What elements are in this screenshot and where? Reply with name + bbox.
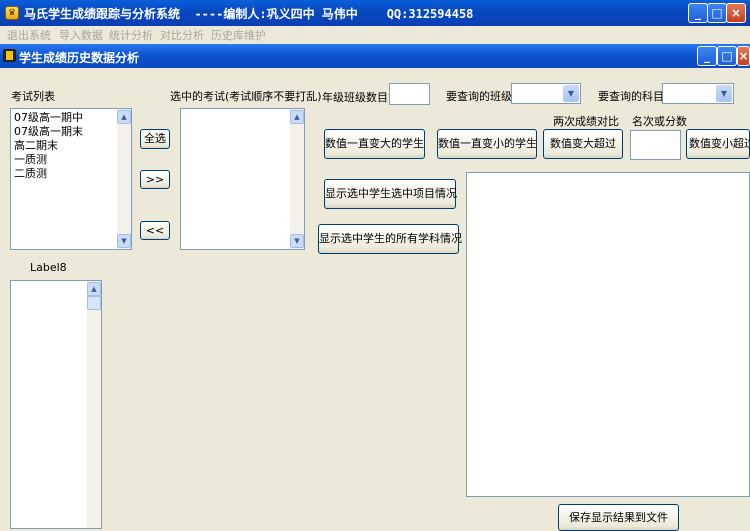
scroll-down-icon[interactable]: ▼ (290, 234, 304, 248)
down-exceed-button[interactable]: 数值变小超过 (686, 129, 750, 159)
menu-history[interactable]: 历史库维护 (211, 27, 266, 43)
result-display[interactable] (466, 172, 750, 497)
exam-list-item[interactable]: 07级高一期中 (11, 111, 131, 125)
child-close-button[interactable]: × (737, 46, 750, 66)
scroll-thumb[interactable] (87, 296, 101, 310)
exam-list-item[interactable]: 07级高一期末 (11, 125, 131, 139)
window-icon (3, 49, 16, 62)
show-all-subjects-button[interactable]: 显示选中学生的所有学科情况 (318, 224, 462, 254)
chevron-down-icon[interactable]: ▼ (563, 85, 579, 102)
always-down-button[interactable]: 数值一直变小的学生 (437, 129, 537, 159)
scroll-up-icon[interactable]: ▲ (117, 110, 131, 124)
menu-statistics[interactable]: 统计分析 (109, 27, 153, 43)
exam-list[interactable]: 07级高一期中 07级高一期末 高二期末 一质测 二质测 ▲ ▼ (10, 108, 132, 250)
always-up-button[interactable]: 数值一直变大的学生 (324, 129, 425, 159)
student-list[interactable]: ▲ (10, 280, 102, 529)
rank-or-score-label: 名次或分数 (632, 115, 687, 128)
up-exceed-button[interactable]: 数值变大超过 (543, 129, 623, 159)
rank-or-score-input[interactable] (630, 130, 681, 160)
close-button[interactable]: × (726, 3, 746, 23)
selected-exams-label: 选中的考试(考试顺序不要打乱) (170, 90, 322, 103)
exam-list-item[interactable]: 二质测 (11, 167, 131, 181)
app-title-bar: ♛ 马氏学生成绩跟踪与分析系统 ----编制人:巩义四中 马伟中 QQ:3125… (0, 0, 750, 26)
exam-list-item[interactable]: 一质测 (11, 153, 131, 167)
subject-select[interactable]: ▼ (662, 83, 734, 104)
minimize-button[interactable]: _ (688, 3, 708, 23)
class-label: 要查询的班级 (446, 90, 512, 103)
menu-compare[interactable]: 对比分析 (160, 27, 204, 43)
menu-bar: 退出系统 导入数据 统计分析 对比分析 历史库维护 (0, 26, 750, 44)
child-title-bar: 学生成绩历史数据分析 _ □ × (0, 44, 750, 68)
scroll-up-icon[interactable]: ▲ (290, 110, 304, 124)
child-title: 学生成绩历史数据分析 (19, 51, 140, 65)
child-maximize-button[interactable]: □ (717, 46, 737, 66)
selected-exams-list[interactable]: ▲ ▼ (180, 108, 305, 250)
selected-list-scrollbar[interactable]: ▲ ▼ (290, 109, 304, 249)
remove-exam-button[interactable]: << (140, 221, 170, 240)
scroll-down-icon[interactable]: ▼ (117, 234, 131, 248)
subject-label: 要查询的科目 (598, 90, 664, 103)
grade-count-label: 年级班级数目 (322, 91, 388, 104)
child-minimize-button[interactable]: _ (697, 46, 717, 66)
grade-count-input[interactable] (389, 83, 430, 105)
two-exams-label: 两次成绩对比 (553, 115, 619, 128)
class-select[interactable]: ▼ (511, 83, 581, 104)
add-exam-button[interactable]: >> (140, 170, 170, 189)
select-all-button[interactable]: 全选 (140, 129, 170, 149)
menu-exit[interactable]: 退出系统 (7, 27, 51, 43)
app-title: 马氏学生成绩跟踪与分析系统 ----编制人:巩义四中 马伟中 QQ:312594… (24, 7, 474, 21)
scroll-up-icon[interactable]: ▲ (87, 282, 101, 296)
student-list-scrollbar[interactable]: ▲ (87, 281, 101, 528)
history-analysis-window: 学生成绩历史数据分析 _ □ × 考试列表 07级高一期中 07级高一期末 高二期末… (0, 44, 750, 531)
save-results-button[interactable]: 保存显示结果到文件 (558, 504, 679, 531)
exam-list-scrollbar[interactable]: ▲ ▼ (117, 109, 131, 249)
maximize-button[interactable]: □ (707, 3, 727, 23)
show-selected-item-button[interactable]: 显示选中学生选中项目情况 (324, 179, 457, 209)
app-icon: ♛ (5, 6, 19, 20)
label8: Label8 (30, 261, 67, 274)
chevron-down-icon[interactable]: ▼ (716, 85, 732, 102)
exam-list-label: 考试列表 (11, 90, 55, 103)
exam-list-item[interactable]: 高二期末 (11, 139, 131, 153)
menu-import[interactable]: 导入数据 (59, 27, 103, 43)
